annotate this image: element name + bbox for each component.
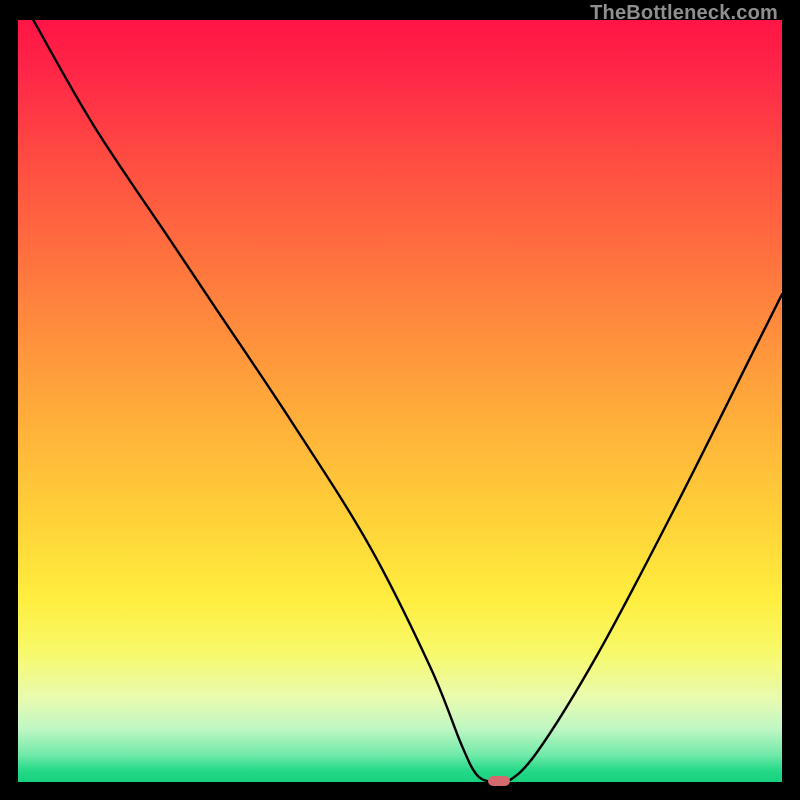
chart-frame: TheBottleneck.com	[0, 0, 800, 800]
watermark-text: TheBottleneck.com	[590, 2, 778, 25]
plot-area	[18, 20, 782, 782]
